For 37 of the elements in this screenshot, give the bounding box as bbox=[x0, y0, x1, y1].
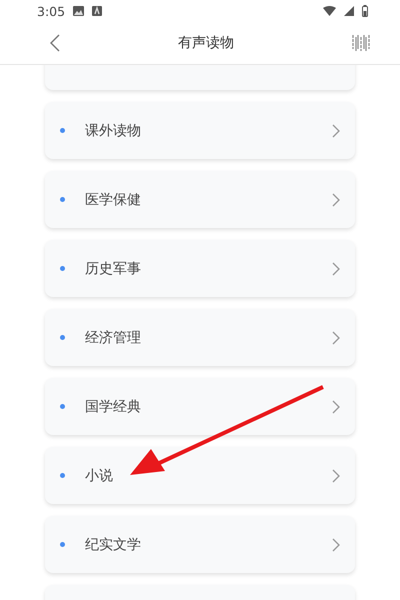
bullet-icon bbox=[60, 266, 65, 271]
bullet-icon bbox=[60, 197, 65, 202]
category-label: 医学保健 bbox=[85, 190, 142, 208]
chevron-right-icon bbox=[332, 468, 340, 482]
notification-icon bbox=[92, 6, 102, 16]
page-title: 有声读物 bbox=[178, 34, 234, 52]
category-label: 历史军事 bbox=[85, 260, 142, 278]
category-label: 经济管理 bbox=[85, 328, 142, 346]
category-label: 国学经典 bbox=[85, 398, 142, 416]
chevron-right-icon bbox=[332, 124, 340, 138]
wifi-icon bbox=[323, 6, 336, 16]
category-item[interactable]: 课外读物 bbox=[45, 102, 355, 159]
category-label: 课外读物 bbox=[85, 122, 142, 140]
category-label: 小说 bbox=[85, 466, 114, 484]
back-button[interactable] bbox=[50, 34, 60, 52]
bullet-icon bbox=[60, 128, 65, 133]
category-item[interactable]: 经济管理 bbox=[45, 309, 355, 366]
chevron-right-icon bbox=[332, 330, 340, 344]
category-item[interactable]: 国学经典 bbox=[45, 378, 355, 435]
chevron-right-icon bbox=[332, 262, 340, 276]
bullet-icon bbox=[60, 473, 65, 478]
battery-icon bbox=[362, 5, 368, 17]
signal-icon bbox=[344, 6, 354, 16]
chevron-right-icon bbox=[332, 400, 340, 414]
barcode-icon[interactable] bbox=[352, 34, 370, 52]
bullet-icon bbox=[60, 542, 65, 547]
bullet-icon bbox=[60, 335, 65, 340]
category-item[interactable]: 纪实文学 bbox=[45, 516, 355, 573]
category-item[interactable]: 医学保健 bbox=[45, 171, 355, 228]
status-time: 3:05 bbox=[37, 4, 66, 18]
category-item[interactable]: 小说 bbox=[45, 447, 355, 504]
chevron-right-icon bbox=[332, 192, 340, 206]
chevron-right-icon bbox=[332, 538, 340, 552]
category-item[interactable]: 历史军事 bbox=[45, 240, 355, 297]
bullet-icon bbox=[60, 404, 65, 409]
image-icon bbox=[73, 6, 84, 16]
category-label: 纪实文学 bbox=[85, 536, 142, 554]
